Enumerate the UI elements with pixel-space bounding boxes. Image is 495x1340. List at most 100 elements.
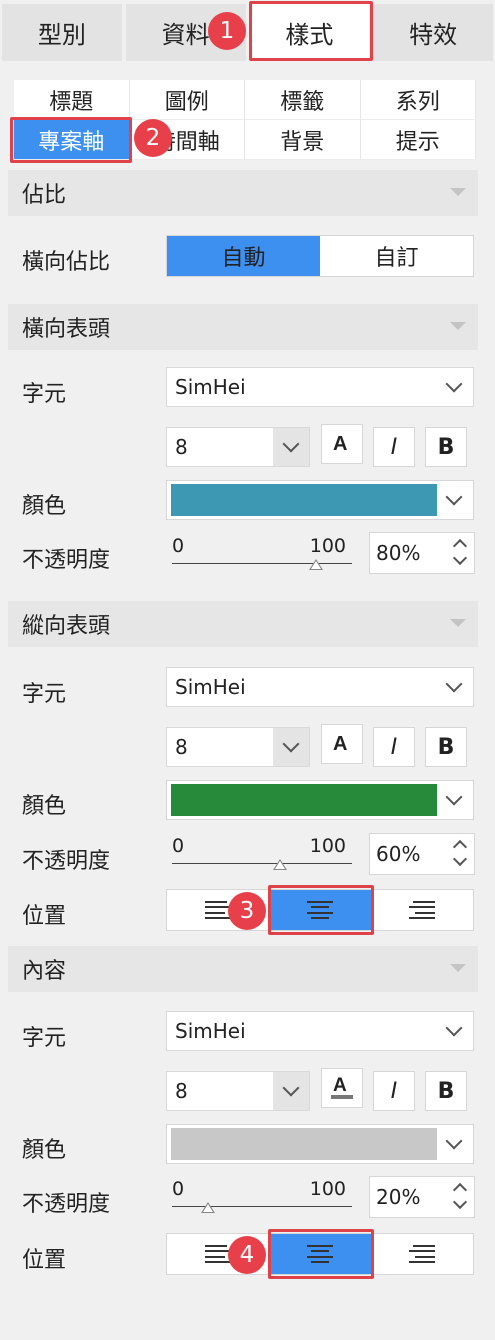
c-italic-button[interactable]: I [373,1071,415,1111]
subtab-label[interactable]: 標籤 [245,80,361,120]
c-font-size-value: 8 [175,1079,188,1103]
c-color-swatch[interactable] [171,1128,437,1160]
chevron-down-icon[interactable] [273,1072,309,1110]
v-opacity-slider[interactable]: 0 100 [172,835,356,875]
align-center-icon [307,1245,333,1263]
v-position-label: 位置 [22,904,67,929]
font-color-icon: A [331,1075,353,1099]
chevron-down-icon[interactable] [435,1012,473,1050]
subtab-background[interactable]: 背景 [245,120,361,160]
ratio-auto-option[interactable]: 自動 [167,236,320,276]
h-color-picker[interactable] [166,480,474,520]
align-right-icon [409,901,435,919]
v-italic-button[interactable]: I [373,727,415,767]
chevron-down-icon[interactable] [435,368,473,406]
h-bold-button[interactable]: B [425,427,467,467]
align-center-button[interactable] [269,890,371,930]
collapse-caret-icon [450,322,466,330]
h-opacity-input[interactable]: 80% [369,532,475,574]
align-center-button[interactable] [269,1234,371,1274]
v-font-size-value: 8 [175,735,188,759]
subtab-title[interactable]: 標題 [14,80,130,120]
h-font-color-button[interactable]: A [321,424,363,464]
h-font-label: 字元 [22,382,67,407]
c-opacity-slider[interactable]: 0 100 [172,1178,356,1218]
section-horizontal-header[interactable]: 橫向表頭 [8,304,478,350]
h-font-size-select[interactable]: 8 [166,427,310,467]
c-color-label: 顏色 [22,1138,67,1163]
slider-max-label: 100 [309,835,346,857]
section-ratio-title: 佔比 [22,183,67,208]
spinner-icon[interactable] [450,535,472,571]
c-font-size-select[interactable]: 8 [166,1071,310,1111]
h-opacity-slider[interactable]: 0 100 [172,535,356,575]
section-vertical-header-title: 縱向表頭 [22,614,111,639]
spinner-icon[interactable] [450,836,472,872]
v-opacity-value: 60% [376,842,421,866]
v-position-toggle [166,889,474,931]
c-color-picker[interactable] [166,1124,474,1164]
c-font-select[interactable]: SimHei [166,1011,474,1051]
slider-min-label: 0 [172,535,185,557]
v-color-picker[interactable] [166,780,474,820]
slider-track[interactable] [172,563,352,564]
svg-text:A: A [333,433,347,455]
h-opacity-label: 不透明度 [22,548,111,573]
slider-max-label: 100 [309,1178,346,1200]
v-opacity-input[interactable]: 60% [369,833,475,875]
v-color-label: 顏色 [22,794,67,819]
c-position-label: 位置 [22,1248,67,1273]
chevron-down-icon[interactable] [273,728,309,766]
slider-track[interactable] [172,1206,352,1207]
chevron-down-icon[interactable] [273,428,309,466]
slider-thumb[interactable] [201,1202,215,1213]
spinner-icon[interactable] [450,1179,472,1215]
h-italic-button[interactable]: I [373,427,415,467]
subtab-series[interactable]: 系列 [360,80,476,120]
v-bold-button[interactable]: B [425,727,467,767]
step-badge-2: 2 [134,119,172,157]
v-font-size-select[interactable]: 8 [166,727,310,767]
v-font-select[interactable]: SimHei [166,667,474,707]
chevron-down-icon[interactable] [435,1125,473,1163]
v-font-label: 字元 [22,682,67,707]
slider-thumb[interactable] [273,859,287,870]
c-font-label: 字元 [22,1026,67,1051]
svg-text:A: A [333,1075,347,1096]
align-right-button[interactable] [371,890,473,930]
c-font-value: SimHei [175,1019,246,1043]
step-badge-3: 3 [228,892,266,930]
horizontal-ratio-label: 橫向佔比 [22,250,111,275]
slider-thumb[interactable] [309,559,323,570]
subtab-tooltip[interactable]: 提示 [360,120,476,160]
v-font-value: SimHei [175,675,246,699]
tab-type[interactable]: 型別 [2,4,122,61]
font-color-icon: A [333,433,347,455]
style-sub-tabs: 標題 圖例 標籤 系列 專案軸 時間軸 背景 提示 [14,80,476,160]
align-right-button[interactable] [371,1234,473,1274]
ratio-custom-option[interactable]: 自訂 [320,236,473,276]
align-center-icon [307,901,333,919]
v-color-swatch[interactable] [171,784,437,816]
tab-effects[interactable]: 特效 [373,4,493,61]
v-font-color-button[interactable]: A [321,724,363,764]
section-ratio[interactable]: 佔比 [8,170,478,216]
collapse-caret-icon [450,188,466,196]
subtab-category-axis[interactable]: 專案軸 [14,120,130,160]
h-opacity-value: 80% [376,541,421,565]
slider-track[interactable] [172,863,352,864]
c-opacity-input[interactable]: 20% [369,1176,475,1218]
collapse-caret-icon [450,619,466,627]
c-bold-button[interactable]: B [425,1071,467,1111]
h-font-select[interactable]: SimHei [166,367,474,407]
subtab-legend[interactable]: 圖例 [129,80,245,120]
chevron-down-icon[interactable] [435,668,473,706]
chevron-down-icon[interactable] [435,781,473,819]
section-vertical-header[interactable]: 縱向表頭 [8,601,478,647]
chevron-down-icon[interactable] [435,481,473,519]
tab-style[interactable]: 樣式 [249,4,370,61]
h-color-swatch[interactable] [171,484,437,516]
section-content[interactable]: 內容 [8,946,478,992]
c-font-color-button[interactable]: A [321,1068,363,1108]
svg-text:A: A [333,733,347,755]
